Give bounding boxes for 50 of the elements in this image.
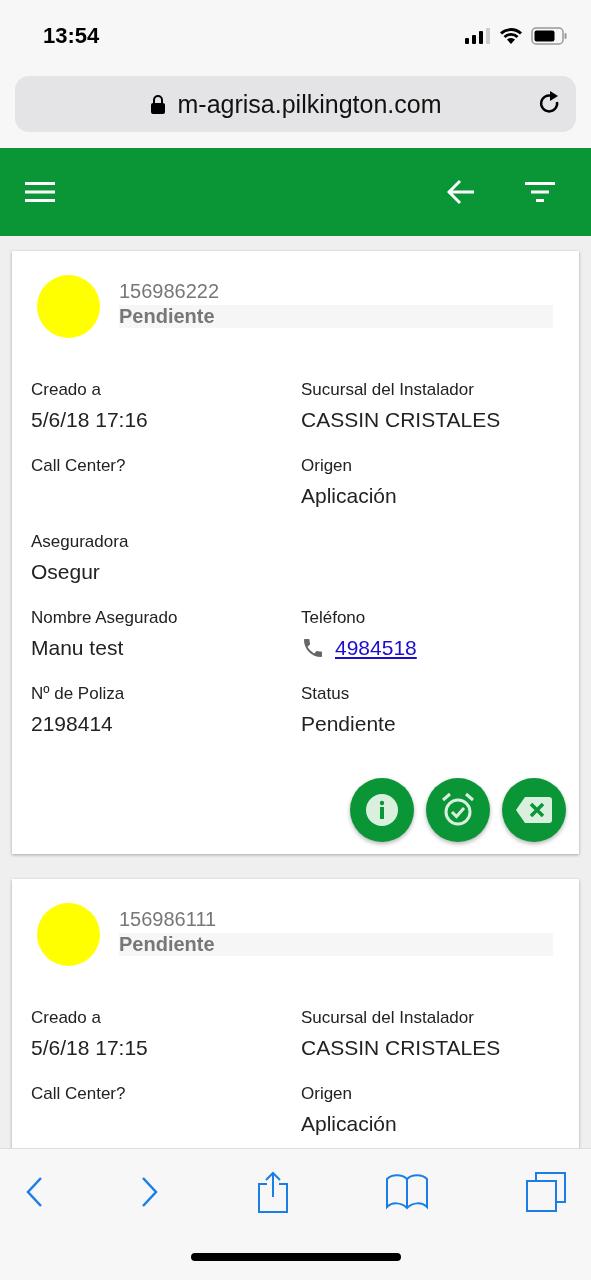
filter-icon[interactable] <box>525 181 555 203</box>
lock-icon <box>149 94 166 114</box>
field-value: CASSIN CRISTALES <box>301 408 502 432</box>
field-value: Pendiente <box>301 712 397 736</box>
status-label: Pendiente <box>119 932 553 956</box>
backspace-icon <box>515 795 553 825</box>
signal-icon <box>465 28 491 44</box>
phone-link[interactable]: 4984518 <box>335 636 417 660</box>
request-number: 156986111 <box>119 907 218 931</box>
field-label: Aseguradora <box>31 532 130 552</box>
delete-button[interactable] <box>502 778 566 842</box>
phone-icon <box>301 636 325 660</box>
request-number: 156986222 <box>119 279 221 303</box>
field-value: 5/6/18 17:16 <box>31 408 149 432</box>
alarm-clock-icon <box>440 792 476 828</box>
field-label: Nombre Asegurado <box>31 608 179 628</box>
wifi-icon <box>499 27 523 45</box>
share-icon[interactable] <box>256 1170 289 1213</box>
back-arrow-icon[interactable] <box>447 179 475 205</box>
field-label: Origen <box>301 1084 354 1104</box>
field-label: Status <box>301 684 351 704</box>
address-bar[interactable]: m-agrisa.pilkington.com <box>15 76 576 132</box>
field-label: Nº de Poliza <box>31 684 126 704</box>
field-value: CASSIN CRISTALES <box>301 1036 502 1060</box>
status-label: Pendiente <box>119 304 553 328</box>
field-value: Aplicación <box>301 484 398 508</box>
battery-icon <box>531 27 567 45</box>
field-value: 2198414 <box>31 712 114 736</box>
field-label: Call Center? <box>31 1084 127 1104</box>
field-label: Sucursal del Instalador <box>301 380 475 400</box>
info-button[interactable] <box>350 778 414 842</box>
forward-icon[interactable] <box>140 1175 159 1208</box>
tabs-icon[interactable] <box>526 1171 566 1212</box>
alarm-button[interactable] <box>426 778 490 842</box>
field-label: Sucursal del Instalador <box>301 1008 475 1028</box>
info-icon <box>365 793 399 827</box>
field-label: Origen <box>301 456 354 476</box>
field-label: Creado a <box>31 380 102 400</box>
status-time: 13:54 <box>43 23 100 49</box>
field-value: Manu test <box>31 636 125 660</box>
field-label: Teléfono <box>301 608 367 628</box>
back-icon[interactable] <box>25 1175 43 1208</box>
field-value: Aplicación <box>301 1112 398 1136</box>
field-value: Osegur <box>31 560 101 584</box>
field-label: Call Center? <box>31 456 127 476</box>
field-label: Creado a <box>31 1008 102 1028</box>
bookmarks-icon[interactable] <box>386 1172 429 1211</box>
url-text: m-agrisa.pilkington.com <box>177 89 442 119</box>
menu-icon[interactable] <box>25 181 55 203</box>
field-value: 5/6/18 17:15 <box>31 1036 149 1060</box>
